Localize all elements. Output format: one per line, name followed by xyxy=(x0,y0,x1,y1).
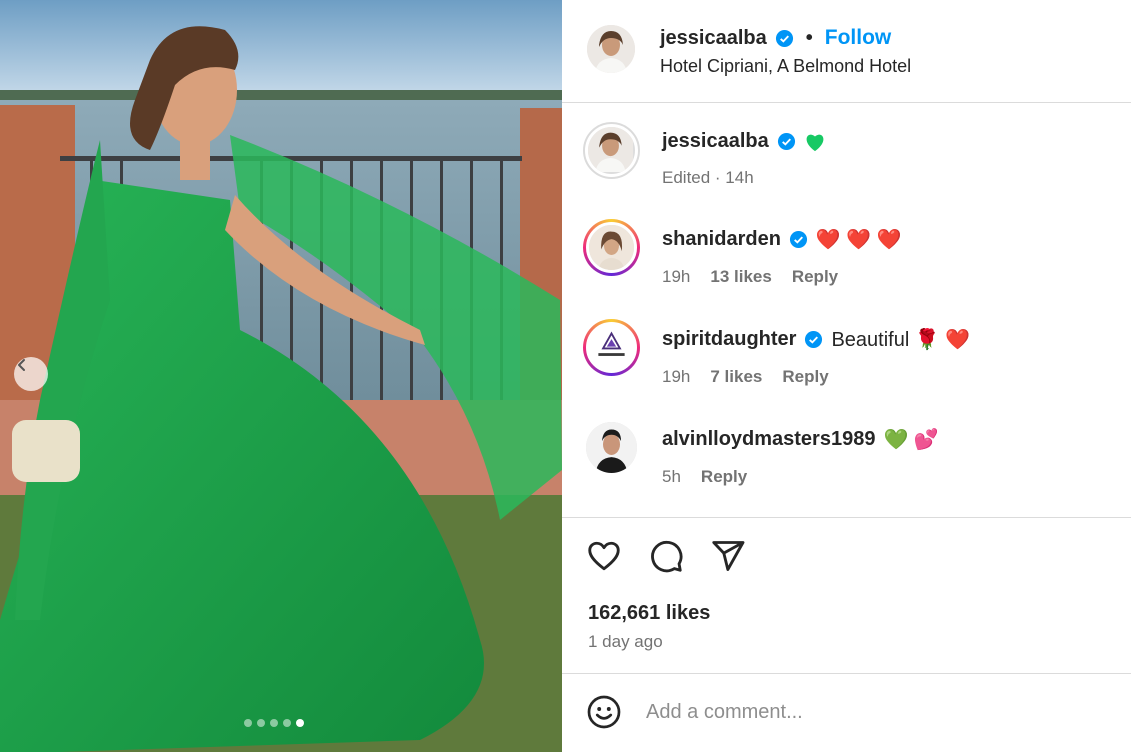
comment-line: alvinlloydmasters1989 💚 💕 xyxy=(662,427,939,452)
action-bar xyxy=(586,538,746,574)
carousel-dot xyxy=(283,719,291,727)
comment-line: shanidarden ❤️ ❤️ ❤️ xyxy=(662,227,902,252)
comment-input[interactable] xyxy=(646,700,1086,724)
caption-meta: Edited · 14h xyxy=(662,168,754,188)
comment-username[interactable]: alvinlloydmasters1989 xyxy=(662,428,875,451)
verified-badge-icon xyxy=(775,29,794,48)
carousel-dot xyxy=(244,719,252,727)
carousel-dot-active xyxy=(296,719,304,727)
comment-text: Beautiful 🌹 ❤️ xyxy=(831,329,971,351)
divider xyxy=(562,673,1131,674)
verified-badge-icon xyxy=(804,330,823,349)
comment-time: 19h xyxy=(662,367,691,386)
edited-time: Edited · 14h xyxy=(662,168,754,187)
author-username[interactable]: jessicaalba xyxy=(660,27,767,50)
comment-meta: 19h 13 likes Reply xyxy=(662,267,838,287)
commenter-avatar[interactable] xyxy=(583,319,640,376)
green-heart-icon xyxy=(804,132,826,152)
follow-button[interactable]: Follow xyxy=(825,26,892,50)
commenter-avatar[interactable] xyxy=(583,219,640,276)
caption-line: jessicaalba xyxy=(662,130,826,153)
header-user-line: jessicaalba • Follow xyxy=(660,26,891,50)
commenter-avatar[interactable] xyxy=(583,419,640,476)
post-date: 1 day ago xyxy=(588,632,663,651)
verified-badge-icon xyxy=(789,230,808,249)
add-comment-bar xyxy=(586,694,1086,730)
caption-username[interactable]: jessicaalba xyxy=(662,130,769,153)
comment-likes[interactable]: 13 likes xyxy=(710,267,771,287)
like-count[interactable]: 162,661 likes xyxy=(588,602,710,625)
comment-time: 19h xyxy=(662,267,691,286)
avatar-image xyxy=(587,25,635,73)
avatar-image xyxy=(586,422,637,473)
avatar-image xyxy=(588,127,633,172)
reply-button[interactable]: Reply xyxy=(701,467,747,487)
comment-username[interactable]: shanidarden xyxy=(662,228,781,251)
carousel-dot xyxy=(257,719,265,727)
comment-likes[interactable]: 7 likes xyxy=(710,367,762,387)
spirit-logo-icon xyxy=(589,325,634,370)
comment-text: ❤️ ❤️ ❤️ xyxy=(815,229,902,251)
verified-badge-icon xyxy=(777,132,796,151)
post-detail-panel: jessicaalba • Follow Hotel Cipriani, A B… xyxy=(562,0,1131,752)
post-photo xyxy=(0,0,562,752)
post-location[interactable]: Hotel Cipriani, A Belmond Hotel xyxy=(660,56,911,77)
comment-meta: 5h Reply xyxy=(662,467,747,487)
heart-icon[interactable] xyxy=(586,538,622,574)
divider xyxy=(562,517,1131,518)
paper-plane-icon[interactable] xyxy=(710,538,746,574)
post-header: jessicaalba • Follow Hotel Cipriani, A B… xyxy=(562,0,1131,103)
speech-bubble-icon[interactable] xyxy=(648,538,684,574)
carousel-dot xyxy=(270,719,278,727)
chevron-left-icon xyxy=(18,359,25,371)
reply-button[interactable]: Reply xyxy=(792,267,838,287)
author-avatar[interactable] xyxy=(587,25,635,73)
comment-line: spiritdaughter Beautiful 🌹 ❤️ xyxy=(662,327,970,352)
avatar-image xyxy=(589,225,634,270)
photo-illustration xyxy=(0,0,562,752)
comment-time: 5h xyxy=(662,467,681,486)
caption-avatar[interactable] xyxy=(583,122,640,179)
comment-meta: 19h 7 likes Reply xyxy=(662,367,829,387)
comment-username[interactable]: spiritdaughter xyxy=(662,328,796,351)
reply-button[interactable]: Reply xyxy=(782,367,828,387)
dot-separator: • xyxy=(805,26,813,49)
comment-text: 💚 💕 xyxy=(883,429,939,451)
carousel-prev-button[interactable] xyxy=(14,357,48,391)
carousel-dots xyxy=(244,719,304,727)
smiley-icon[interactable] xyxy=(586,694,622,730)
